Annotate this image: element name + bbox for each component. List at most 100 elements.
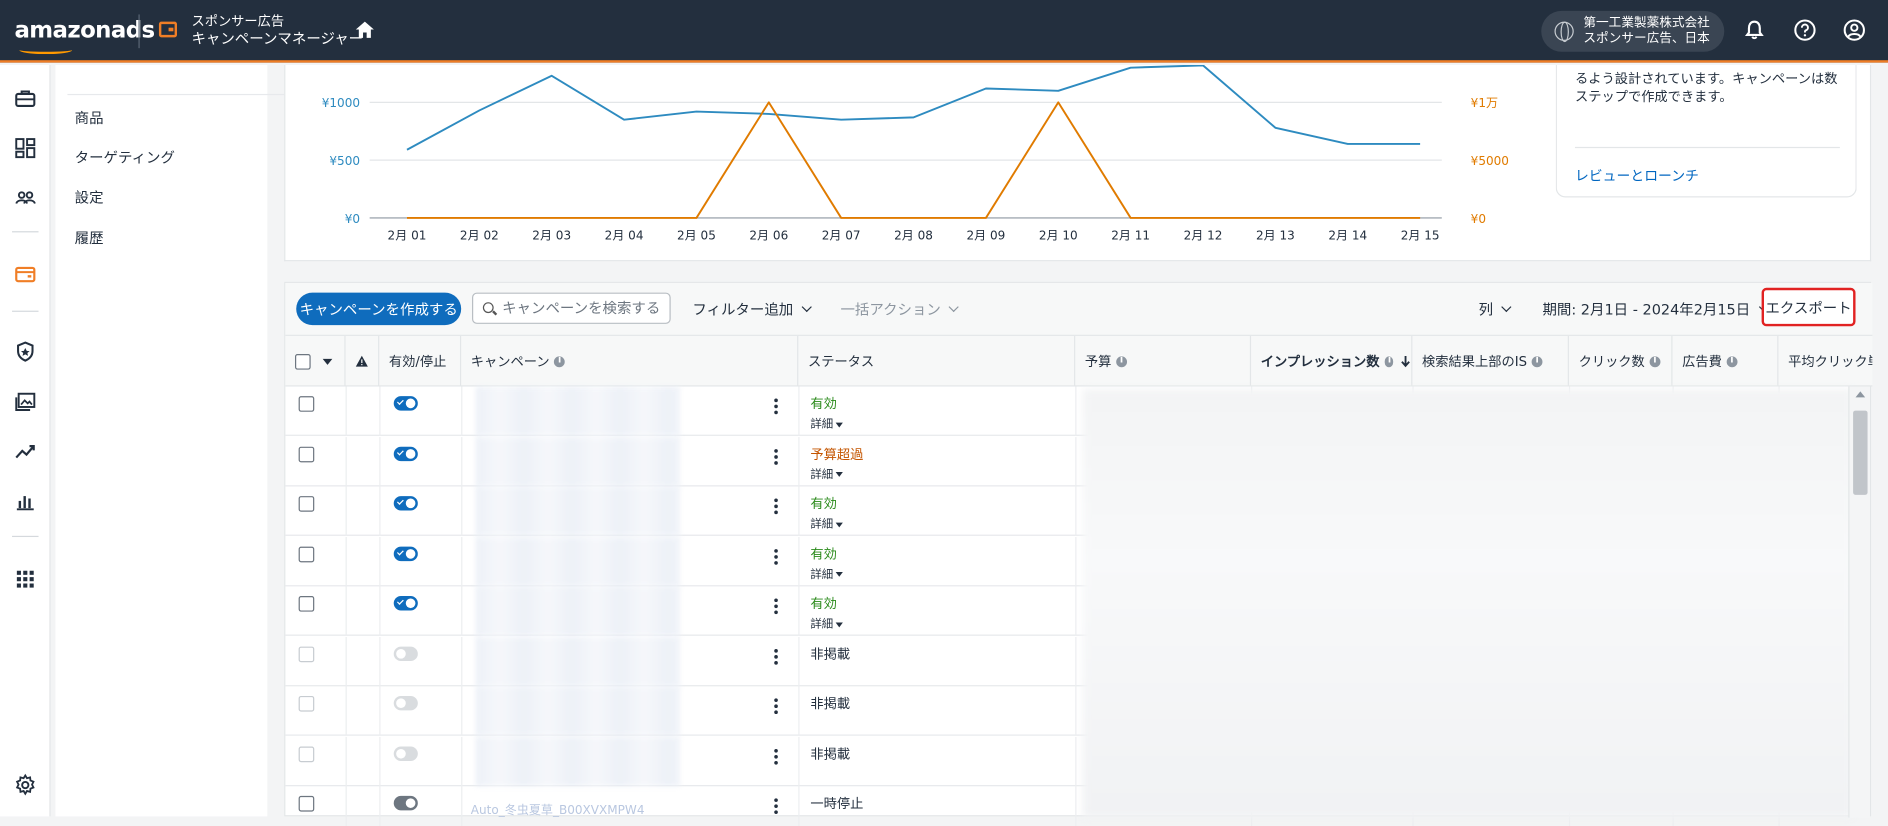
columns-dropdown[interactable]: 列 [1478, 299, 1512, 319]
help-icon[interactable] [1793, 18, 1817, 42]
row-more-options-icon[interactable] [774, 698, 778, 716]
col-campaign[interactable]: キャンペーン [461, 335, 799, 387]
row-checkbox[interactable] [298, 745, 315, 762]
scroll-up-arrow-icon[interactable] [1855, 391, 1866, 398]
col-top-of-search-is[interactable]: 検索結果上部のIS [1412, 335, 1569, 387]
add-filter-dropdown[interactable]: フィルター追加 [692, 299, 812, 319]
row-more-options-icon[interactable] [774, 398, 778, 417]
row-more-options-icon[interactable] [774, 798, 778, 816]
campaign-search[interactable] [472, 292, 671, 324]
col-budget[interactable]: 予算 [1075, 335, 1252, 387]
status-detail-dropdown[interactable]: 詳細 [810, 564, 843, 581]
profile-icon[interactable] [1842, 18, 1866, 42]
scroll-thumb[interactable] [1853, 410, 1868, 495]
campaign-enabled-toggle[interactable] [393, 496, 418, 511]
redacted-campaign-name[interactable] [475, 486, 681, 536]
row-more-options-icon[interactable] [774, 498, 778, 516]
row-more-options-icon[interactable] [774, 748, 778, 766]
campaign-search-input[interactable] [502, 296, 665, 321]
campaign-enabled-toggle[interactable] [393, 596, 418, 611]
status-detail-dropdown[interactable]: 詳細 [810, 614, 843, 631]
subnav-item-settings[interactable]: 設定 [75, 187, 104, 207]
home-icon[interactable] [354, 19, 376, 41]
subnav-item-history[interactable]: 履歴 [75, 228, 104, 248]
row-more-options-icon[interactable] [774, 648, 778, 666]
x-axis-tick: 2月 05 [677, 229, 716, 243]
export-button[interactable]: エクスポート [1761, 287, 1856, 327]
col-enabled[interactable]: 有効/停止 [379, 335, 462, 387]
redacted-campaign-name[interactable] [475, 386, 681, 436]
date-range-picker[interactable]: 期間: 2月1日 - 2024年2月15日 [1542, 299, 1769, 319]
campaign-enabled-toggle[interactable] [393, 396, 418, 411]
row-more-options-icon[interactable] [774, 548, 778, 566]
campaign-enabled-toggle[interactable] [393, 745, 418, 761]
campaign-enabled-toggle[interactable] [393, 546, 418, 561]
shield-icon[interactable] [13, 340, 37, 364]
bulk-actions-dropdown[interactable]: 一括アクション [840, 299, 960, 319]
row-checkbox[interactable] [298, 446, 315, 462]
table-scrollbar[interactable] [1848, 386, 1870, 818]
campaign-wallet-icon[interactable] [13, 262, 37, 286]
col-clicks[interactable]: クリック数 [1569, 335, 1673, 387]
campaign-status: 一時停止 [810, 795, 864, 812]
trend-icon[interactable] [13, 439, 37, 463]
campaign-enabled-toggle[interactable] [393, 446, 418, 461]
campaign-status: 有効 [810, 546, 837, 562]
row-checkbox[interactable] [298, 396, 315, 412]
create-campaign-button[interactable]: キャンペーンを作成する [296, 292, 462, 326]
settings-gear-icon[interactable] [13, 773, 37, 797]
status-detail-dropdown[interactable]: 詳細 [810, 414, 843, 431]
redacted-campaign-name[interactable] [475, 586, 681, 636]
status-detail-dropdown[interactable]: 詳細 [810, 464, 843, 481]
campaign-enabled-toggle[interactable] [393, 695, 418, 711]
product-line2: キャンペーンマネージャー [191, 30, 364, 47]
review-launch-link[interactable]: レビューとローンチ [1575, 166, 1699, 185]
col-spend-label: 広告費 [1682, 354, 1722, 370]
redacted-campaign-name[interactable] [475, 736, 681, 786]
side-rail [0, 65, 51, 817]
redacted-campaign-name[interactable] [475, 686, 681, 736]
redacted-campaign-name[interactable] [475, 436, 681, 486]
dashboard-icon[interactable] [13, 136, 37, 160]
users-icon[interactable] [13, 185, 37, 209]
row-checkbox[interactable] [298, 596, 315, 612]
campaign-enabled-toggle[interactable] [393, 645, 418, 661]
campaign-name-link[interactable]: Auto_冬虫夏草_B00XVXMPW4 [471, 800, 645, 817]
row-checkbox[interactable] [298, 645, 315, 662]
subnav-item-targeting[interactable]: ターゲティング [75, 147, 175, 167]
col-avg-cpc[interactable]: 平均クリック単 [1778, 336, 1872, 387]
bell-icon[interactable] [1742, 18, 1766, 42]
spend-series-line [406, 65, 1421, 151]
x-axis-tick: 2月 15 [1401, 229, 1440, 243]
apps-grid-icon[interactable] [13, 567, 37, 591]
col-impressions[interactable]: インプレッション数 [1251, 335, 1413, 387]
row-more-options-icon[interactable] [774, 598, 778, 616]
account-switcher[interactable]: 第一工業製薬株式会社 スポンサー広告、日本 [1541, 10, 1725, 52]
select-menu-caret-icon[interactable] [322, 358, 333, 365]
select-all-cell [285, 335, 346, 387]
creative-gallery-icon[interactable] [13, 390, 37, 414]
bar-chart-icon[interactable] [13, 489, 37, 513]
subnav-item-products[interactable]: 商品 [75, 107, 104, 127]
briefcase-icon[interactable] [13, 87, 37, 111]
row-checkbox[interactable] [298, 795, 315, 812]
x-axis-tick: 2月 13 [1256, 229, 1295, 243]
row-checkbox[interactable] [298, 546, 315, 562]
row-more-options-icon[interactable] [774, 448, 778, 467]
redacted-campaign-name[interactable] [475, 536, 681, 586]
col-status[interactable]: ステータス [798, 335, 1076, 387]
globe-icon [1554, 21, 1574, 43]
campaign-enabled-toggle[interactable] [393, 795, 418, 811]
redacted-campaign-name[interactable] [475, 636, 681, 686]
row-checkbox[interactable] [298, 496, 315, 512]
select-all-checkbox[interactable] [295, 353, 311, 370]
columns-label: 列 [1478, 301, 1494, 318]
chevron-down-icon [801, 301, 812, 312]
row-checkbox[interactable] [298, 695, 315, 712]
col-spend[interactable]: 広告費 [1672, 335, 1779, 387]
right-axis-tick: ¥1万 [1471, 96, 1498, 110]
status-detail-dropdown[interactable]: 詳細 [810, 514, 843, 531]
performance-chart: ¥1000 ¥500 ¥0 ¥1万 ¥5000 ¥0 2月 01 2月 02 2月 03 2月 0… [322, 65, 1509, 243]
chevron-down-icon [1501, 301, 1512, 312]
amazon-ads-logo[interactable]: amazonads [14, 17, 155, 55]
